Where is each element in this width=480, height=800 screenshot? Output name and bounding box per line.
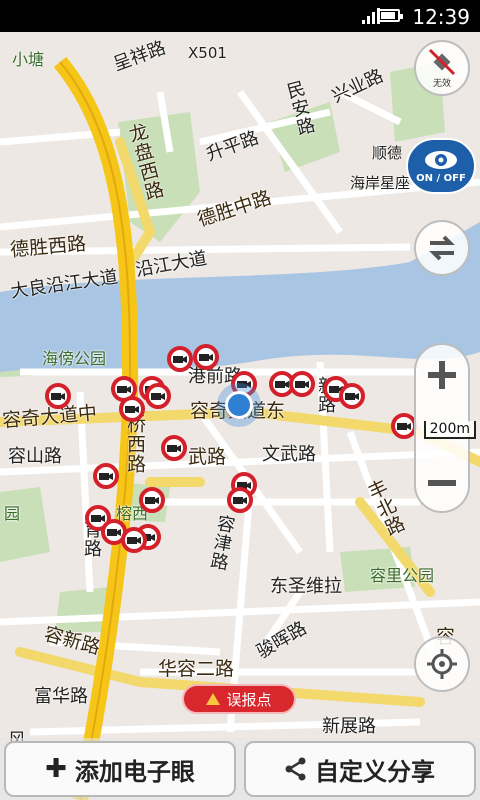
map-label: 富华路: [34, 686, 88, 707]
map-scale: 200m: [423, 421, 476, 439]
map-label: 华容二路: [158, 658, 235, 680]
map-label: 东圣维拉: [270, 576, 342, 597]
camera-toggle-label: ON / OFF: [416, 172, 466, 184]
speed-camera-marker[interactable]: [339, 383, 365, 409]
speed-camera-marker[interactable]: [193, 344, 219, 370]
speed-camera-marker[interactable]: [289, 371, 315, 397]
map-label: 文武路: [262, 444, 316, 465]
speed-camera-marker[interactable]: [45, 383, 71, 409]
add-camera-button[interactable]: ✚ 添加电子眼: [4, 741, 236, 797]
map-label: 武路: [188, 446, 227, 468]
report-error-label: 误报点: [226, 690, 272, 709]
speed-camera-marker[interactable]: [121, 527, 147, 553]
eye-icon: [425, 150, 457, 169]
map-label: 容山路: [8, 446, 62, 467]
map-label: 桥西路: [124, 414, 146, 474]
battery-icon: [378, 9, 403, 22]
warning-icon: [206, 693, 221, 705]
crosshair-icon: [427, 649, 457, 679]
share-button[interactable]: 自定义分享: [244, 741, 476, 797]
gps-status-button[interactable]: 无效: [414, 40, 470, 96]
map-label: 顺德: [372, 144, 403, 162]
bottom-bar: ✚ 添加电子眼 自定义分享: [0, 738, 480, 800]
speed-camera-marker[interactable]: [161, 435, 187, 461]
speed-camera-marker[interactable]: [139, 487, 165, 513]
speed-camera-marker[interactable]: [227, 487, 253, 513]
refresh-button[interactable]: [414, 220, 470, 276]
swap-arrows-icon: [429, 235, 455, 261]
gps-status-label: 无效: [432, 78, 451, 89]
speed-camera-marker[interactable]: [145, 383, 171, 409]
map-label: 容里公园: [370, 566, 435, 585]
camera-toggle-button[interactable]: ON / OFF: [406, 138, 476, 194]
satellite-off-icon: [428, 48, 456, 75]
current-location-marker: [225, 391, 253, 419]
report-error-button[interactable]: 误报点: [182, 684, 296, 714]
plus-icon: ✚: [45, 754, 67, 784]
share-icon: [285, 757, 306, 781]
map-label: X501: [188, 44, 227, 62]
map-label: 海岸星座: [350, 174, 411, 192]
plus-icon: [428, 361, 456, 389]
speed-camera-marker[interactable]: [93, 463, 119, 489]
map-label: 小塘: [12, 50, 45, 69]
locate-me-button[interactable]: [414, 636, 470, 692]
add-camera-label: 添加电子眼: [74, 757, 195, 786]
speed-camera-marker[interactable]: [167, 346, 193, 372]
status-bar: 12:39: [0, 0, 480, 32]
minus-icon: [428, 480, 456, 486]
map-label: 海傍公园: [42, 349, 107, 368]
speed-camera-marker[interactable]: [119, 396, 145, 422]
status-time: 12:39: [412, 5, 470, 29]
map-label: 新展路: [322, 716, 376, 737]
zoom-in-button[interactable]: [416, 345, 468, 405]
map-label: 园: [4, 504, 21, 523]
zoom-out-button[interactable]: [416, 453, 468, 513]
share-label: 自定义分享: [315, 757, 435, 786]
